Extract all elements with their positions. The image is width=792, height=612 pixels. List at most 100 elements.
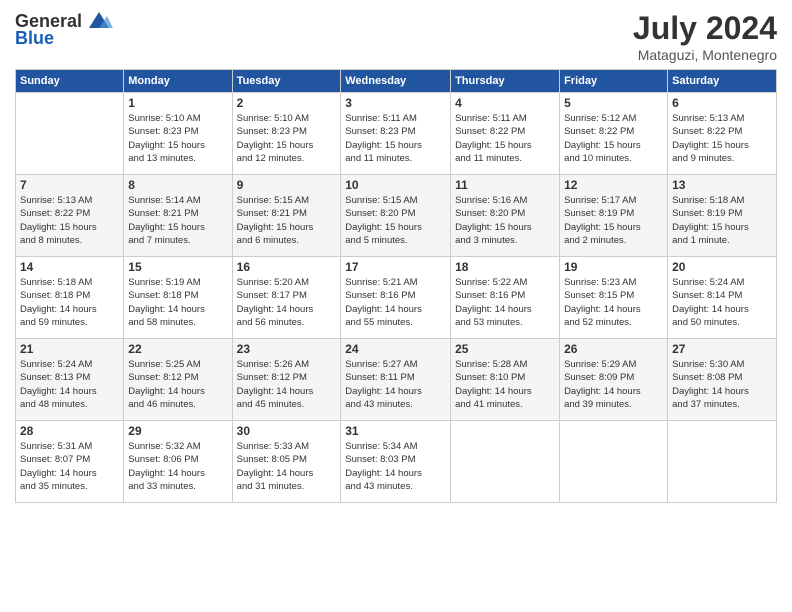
- col-tuesday: Tuesday: [232, 70, 341, 93]
- day-number: 19: [564, 260, 663, 274]
- day-number: 23: [237, 342, 337, 356]
- col-monday: Monday: [124, 70, 232, 93]
- table-row: 30 Sunrise: 5:33 AM Sunset: 8:05 PM Dayli…: [232, 421, 341, 503]
- day-number: 29: [128, 424, 227, 438]
- day-info: Sunrise: 5:13 AM Sunset: 8:22 PM Dayligh…: [672, 112, 772, 165]
- day-info: Sunrise: 5:32 AM Sunset: 8:06 PM Dayligh…: [128, 440, 227, 493]
- day-info: Sunrise: 5:26 AM Sunset: 8:12 PM Dayligh…: [237, 358, 337, 411]
- logo: General Blue: [15, 10, 113, 49]
- table-row: 1Sunrise: 5:10 AM Sunset: 8:23 PM Daylig…: [124, 93, 232, 175]
- day-info: Sunrise: 5:33 AM Sunset: 8:05 PM Dayligh…: [237, 440, 337, 493]
- day-number: 31: [345, 424, 446, 438]
- day-number: 14: [20, 260, 119, 274]
- day-number: 22: [128, 342, 227, 356]
- day-info: Sunrise: 5:23 AM Sunset: 8:15 PM Dayligh…: [564, 276, 663, 329]
- table-row: 31 Sunrise: 5:34 AM Sunset: 8:03 PM Dayli…: [341, 421, 451, 503]
- calendar-week-row: 21 Sunrise: 5:24 AM Sunset: 8:13 PM Dayli…: [16, 339, 777, 421]
- calendar-week-row: 14 Sunrise: 5:18 AM Sunset: 8:18 PM Dayli…: [16, 257, 777, 339]
- calendar-week-row: 1 Sunrise: 5:10 AM Sunset: 8:23 PM Daylig…: [16, 93, 777, 175]
- day-info: Sunrise: 5:21 AM Sunset: 8:16 PM Dayligh…: [345, 276, 446, 329]
- day-info: Sunrise: 5:18 AM Sunset: 8:19 PM Dayligh…: [672, 194, 772, 247]
- table-row: 22Sunrise: 5:25 AM Sunset: 8:12 PM Dayli…: [124, 339, 232, 421]
- day-number: 16: [237, 260, 337, 274]
- location-subtitle: Mataguzi, Montenegro: [633, 47, 777, 63]
- table-row: 8Sunrise: 5:14 AM Sunset: 8:21 PM Daylig…: [124, 175, 232, 257]
- table-row: 3 Sunrise: 5:11 AM Sunset: 8:23 PM Daylig…: [341, 93, 451, 175]
- day-number: 9: [237, 178, 337, 192]
- day-number: 3: [345, 96, 446, 110]
- day-info: Sunrise: 5:15 AM Sunset: 8:20 PM Dayligh…: [345, 194, 446, 247]
- day-info: Sunrise: 5:30 AM Sunset: 8:08 PM Dayligh…: [672, 358, 772, 411]
- calendar-table: Sunday Monday Tuesday Wednesday Thursday…: [15, 69, 777, 503]
- table-row: 9 Sunrise: 5:15 AM Sunset: 8:21 PM Daylig…: [232, 175, 341, 257]
- day-number: 4: [455, 96, 555, 110]
- day-number: 27: [672, 342, 772, 356]
- table-row: 23 Sunrise: 5:26 AM Sunset: 8:12 PM Dayli…: [232, 339, 341, 421]
- table-row: [668, 421, 777, 503]
- col-sunday: Sunday: [16, 70, 124, 93]
- day-info: Sunrise: 5:34 AM Sunset: 8:03 PM Dayligh…: [345, 440, 446, 493]
- table-row: 5 Sunrise: 5:12 AM Sunset: 8:22 PM Daylig…: [560, 93, 668, 175]
- day-number: 26: [564, 342, 663, 356]
- table-row: 12 Sunrise: 5:17 AM Sunset: 8:19 PM Dayli…: [560, 175, 668, 257]
- table-row: 6 Sunrise: 5:13 AM Sunset: 8:22 PM Daylig…: [668, 93, 777, 175]
- day-number: 20: [672, 260, 772, 274]
- table-row: [560, 421, 668, 503]
- day-info: Sunrise: 5:19 AM Sunset: 8:18 PM Dayligh…: [128, 276, 227, 329]
- day-info: Sunrise: 5:18 AM Sunset: 8:18 PM Dayligh…: [20, 276, 119, 329]
- month-year-title: July 2024: [633, 10, 777, 47]
- table-row: 17 Sunrise: 5:21 AM Sunset: 8:16 PM Dayli…: [341, 257, 451, 339]
- table-row: 27 Sunrise: 5:30 AM Sunset: 8:08 PM Dayli…: [668, 339, 777, 421]
- logo-icon: [85, 10, 113, 32]
- table-row: 10 Sunrise: 5:15 AM Sunset: 8:20 PM Dayli…: [341, 175, 451, 257]
- day-number: 13: [672, 178, 772, 192]
- title-block: July 2024 Mataguzi, Montenegro: [633, 10, 777, 63]
- day-info: Sunrise: 5:31 AM Sunset: 8:07 PM Dayligh…: [20, 440, 119, 493]
- col-saturday: Saturday: [668, 70, 777, 93]
- calendar-header-row: Sunday Monday Tuesday Wednesday Thursday…: [16, 70, 777, 93]
- table-row: 20 Sunrise: 5:24 AM Sunset: 8:14 PM Dayli…: [668, 257, 777, 339]
- day-info: Sunrise: 5:28 AM Sunset: 8:10 PM Dayligh…: [455, 358, 555, 411]
- day-info: Sunrise: 5:15 AM Sunset: 8:21 PM Dayligh…: [237, 194, 337, 247]
- table-row: 28 Sunrise: 5:31 AM Sunset: 8:07 PM Dayli…: [16, 421, 124, 503]
- day-number: 24: [345, 342, 446, 356]
- day-number: 28: [20, 424, 119, 438]
- day-number: 15: [128, 260, 227, 274]
- table-row: 24Sunrise: 5:27 AM Sunset: 8:11 PM Dayli…: [341, 339, 451, 421]
- table-row: 2 Sunrise: 5:10 AM Sunset: 8:23 PM Daylig…: [232, 93, 341, 175]
- header: General Blue July 2024 Mataguzi, Montene…: [15, 10, 777, 63]
- day-info: Sunrise: 5:24 AM Sunset: 8:14 PM Dayligh…: [672, 276, 772, 329]
- table-row: 21 Sunrise: 5:24 AM Sunset: 8:13 PM Dayli…: [16, 339, 124, 421]
- day-info: Sunrise: 5:20 AM Sunset: 8:17 PM Dayligh…: [237, 276, 337, 329]
- table-row: [451, 421, 560, 503]
- day-number: 30: [237, 424, 337, 438]
- day-number: 12: [564, 178, 663, 192]
- day-number: 1: [128, 96, 227, 110]
- day-info: Sunrise: 5:13 AM Sunset: 8:22 PM Dayligh…: [20, 194, 119, 247]
- day-number: 10: [345, 178, 446, 192]
- table-row: 11 Sunrise: 5:16 AM Sunset: 8:20 PM Dayli…: [451, 175, 560, 257]
- day-number: 6: [672, 96, 772, 110]
- day-info: Sunrise: 5:11 AM Sunset: 8:23 PM Dayligh…: [345, 112, 446, 165]
- day-info: Sunrise: 5:10 AM Sunset: 8:23 PM Dayligh…: [237, 112, 337, 165]
- day-info: Sunrise: 5:29 AM Sunset: 8:09 PM Dayligh…: [564, 358, 663, 411]
- table-row: 26 Sunrise: 5:29 AM Sunset: 8:09 PM Dayli…: [560, 339, 668, 421]
- table-row: 14 Sunrise: 5:18 AM Sunset: 8:18 PM Dayli…: [16, 257, 124, 339]
- day-info: Sunrise: 5:16 AM Sunset: 8:20 PM Dayligh…: [455, 194, 555, 247]
- day-number: 11: [455, 178, 555, 192]
- calendar-week-row: 7Sunrise: 5:13 AM Sunset: 8:22 PM Daylig…: [16, 175, 777, 257]
- table-row: 19 Sunrise: 5:23 AM Sunset: 8:15 PM Dayli…: [560, 257, 668, 339]
- day-number: 21: [20, 342, 119, 356]
- day-info: Sunrise: 5:11 AM Sunset: 8:22 PM Dayligh…: [455, 112, 555, 165]
- day-number: 17: [345, 260, 446, 274]
- table-row: 29 Sunrise: 5:32 AM Sunset: 8:06 PM Dayli…: [124, 421, 232, 503]
- logo-text-blue: Blue: [15, 28, 54, 49]
- day-info: Sunrise: 5:24 AM Sunset: 8:13 PM Dayligh…: [20, 358, 119, 411]
- table-row: 16 Sunrise: 5:20 AM Sunset: 8:17 PM Dayli…: [232, 257, 341, 339]
- day-number: 2: [237, 96, 337, 110]
- day-info: Sunrise: 5:17 AM Sunset: 8:19 PM Dayligh…: [564, 194, 663, 247]
- day-number: 5: [564, 96, 663, 110]
- day-info: Sunrise: 5:12 AM Sunset: 8:22 PM Dayligh…: [564, 112, 663, 165]
- table-row: [16, 93, 124, 175]
- col-friday: Friday: [560, 70, 668, 93]
